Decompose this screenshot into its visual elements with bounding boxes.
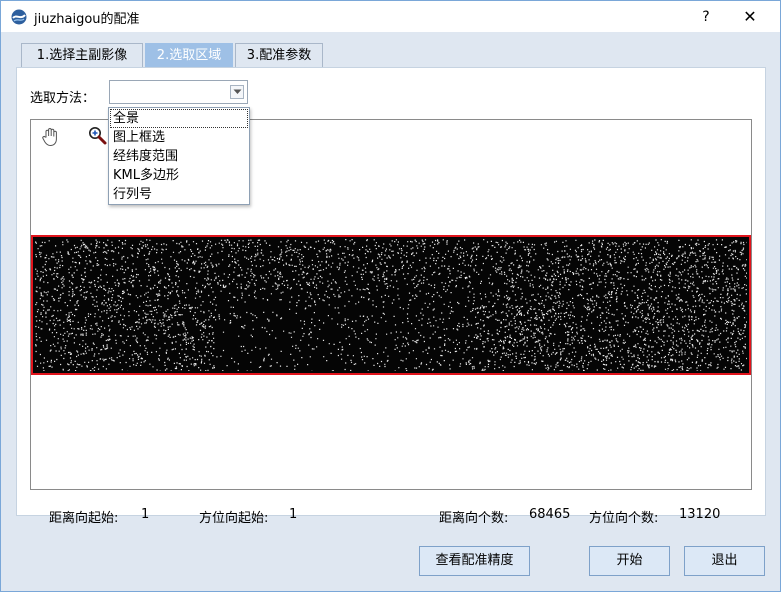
exit-button[interactable]: 退出 bbox=[684, 546, 765, 576]
azimuth-count-label: 方位向个数: bbox=[589, 511, 659, 526]
dropdown-option-draw-box[interactable]: 图上框选 bbox=[109, 128, 249, 147]
dropdown-option-full-scene[interactable]: 全景 bbox=[110, 109, 248, 128]
method-dropdown-list: 全景 图上框选 经纬度范围 KML多边形 行列号 bbox=[108, 107, 250, 205]
range-count-label: 距离向个数: bbox=[439, 511, 509, 526]
range-start-label: 距离向起始: bbox=[49, 511, 119, 526]
close-button[interactable]: ✕ bbox=[735, 5, 765, 29]
range-start-value: 1 bbox=[141, 507, 150, 522]
start-button[interactable]: 开始 bbox=[589, 546, 670, 576]
image-extent-frame bbox=[31, 235, 751, 375]
help-button[interactable]: ? bbox=[691, 5, 721, 29]
azimuth-start-value: 1 bbox=[289, 507, 298, 522]
sar-image-preview bbox=[35, 239, 747, 371]
dropdown-option-kml-polygon[interactable]: KML多边形 bbox=[109, 166, 249, 185]
speckle-texture bbox=[35, 239, 747, 371]
method-label: 选取方法： bbox=[30, 91, 96, 106]
tab-select-images[interactable]: 1.选择主副影像 bbox=[21, 43, 143, 68]
title-bar[interactable]: jiuzhaigou的配准 ? ✕ bbox=[1, 1, 780, 32]
tab-select-region[interactable]: 2.选取区域 bbox=[145, 43, 233, 68]
zoom-in-icon[interactable] bbox=[87, 125, 109, 147]
azimuth-count-value: 13120 bbox=[679, 507, 721, 522]
range-count-value: 68465 bbox=[529, 507, 571, 522]
dropdown-option-latlon-range[interactable]: 经纬度范围 bbox=[109, 147, 249, 166]
azimuth-start-label: 方位向起始: bbox=[199, 511, 269, 526]
check-precision-button[interactable]: 查看配准精度 bbox=[419, 546, 530, 576]
method-combobox[interactable] bbox=[109, 80, 248, 104]
hand-pan-icon[interactable] bbox=[40, 126, 62, 148]
tab-registration-params[interactable]: 3.配准参数 bbox=[235, 43, 323, 68]
app-globe-icon bbox=[11, 9, 27, 25]
combobox-dropdown-button[interactable] bbox=[230, 85, 244, 99]
chevron-down-icon bbox=[233, 89, 242, 94]
window-title: jiuzhaigou的配准 bbox=[34, 12, 140, 27]
dropdown-option-row-col[interactable]: 行列号 bbox=[109, 185, 249, 204]
registration-dialog: jiuzhaigou的配准 ? ✕ 1.选择主副影像 2.选取区域 3.配准参数… bbox=[0, 0, 781, 592]
